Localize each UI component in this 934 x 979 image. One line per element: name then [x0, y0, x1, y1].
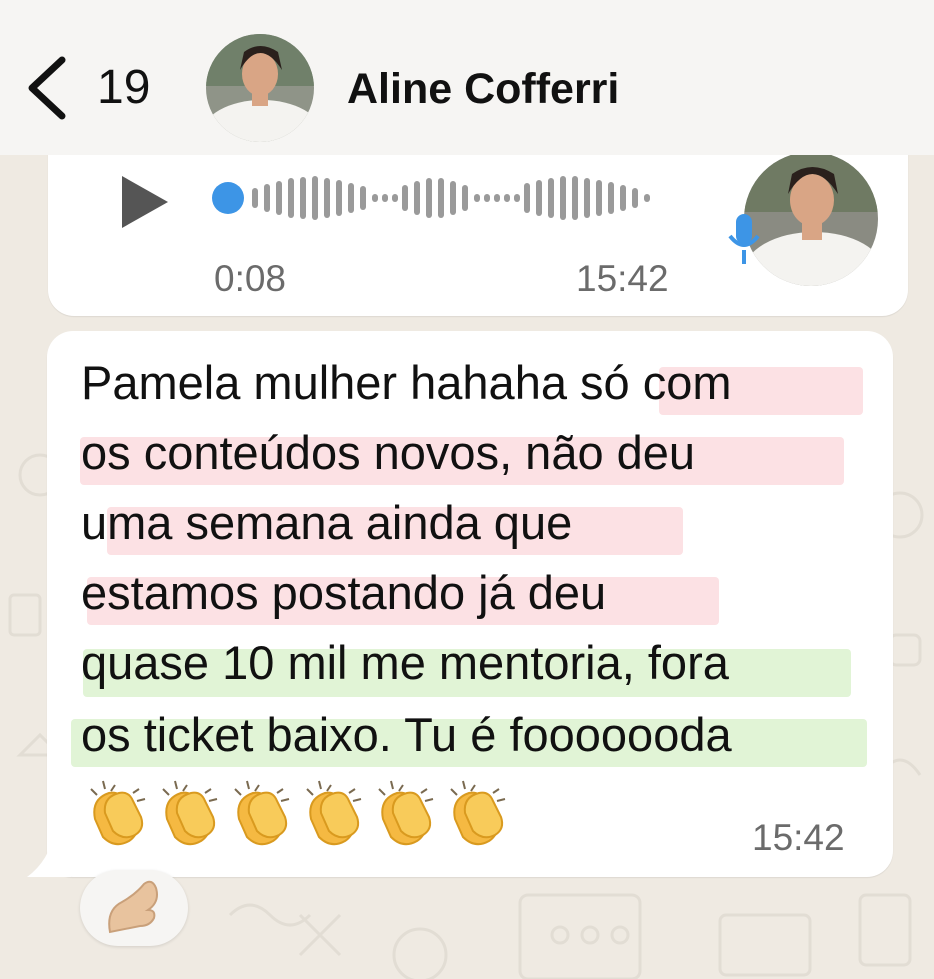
- message-line: os conteúdos novos, não deu: [81, 426, 696, 479]
- clapping-hands-emoji: [450, 780, 506, 846]
- back-chevron-icon[interactable]: [22, 52, 82, 122]
- voice-timestamp: 15:42: [576, 258, 669, 299]
- message-line: os ticket baixo. Tu é fooooooda: [81, 708, 732, 761]
- unread-count[interactable]: 19: [97, 60, 150, 116]
- clapping-hands-emoji: [306, 780, 362, 846]
- clapping-hands-emoji: [378, 780, 434, 846]
- clapping-hands-emoji: [90, 780, 146, 846]
- message-timestamp: 15:42: [752, 817, 845, 858]
- play-icon[interactable]: [120, 174, 170, 230]
- microphone-icon: [728, 214, 760, 264]
- bubble-tail: [27, 831, 71, 877]
- clapping-emojis: [85, 779, 525, 849]
- message-line: Pamela mulher hahaha só com: [81, 356, 732, 409]
- chat-header: 19 Aline Cofferri: [0, 0, 934, 155]
- clapping-hands-emoji: [234, 780, 290, 846]
- voice-message-bubble[interactable]: 0:08 15:42: [48, 130, 908, 316]
- message-reaction[interactable]: [80, 870, 188, 946]
- pinched-fingers-emoji: [108, 880, 158, 934]
- message-line: uma semana ainda que: [81, 496, 573, 549]
- message-line: quase 10 mil me mentoria, fora: [81, 636, 729, 689]
- waveform-icon[interactable]: [210, 168, 710, 228]
- clapping-hands-emoji: [162, 780, 218, 846]
- contact-name[interactable]: Aline Cofferri: [347, 64, 619, 114]
- voice-duration: 0:08: [214, 258, 287, 299]
- text-message-bubble[interactable]: Pamela mulher hahaha só com os conteúdos…: [27, 331, 893, 877]
- message-line: estamos postando já deu: [81, 566, 607, 619]
- contact-avatar[interactable]: [206, 34, 314, 142]
- sender-avatar: [744, 152, 878, 286]
